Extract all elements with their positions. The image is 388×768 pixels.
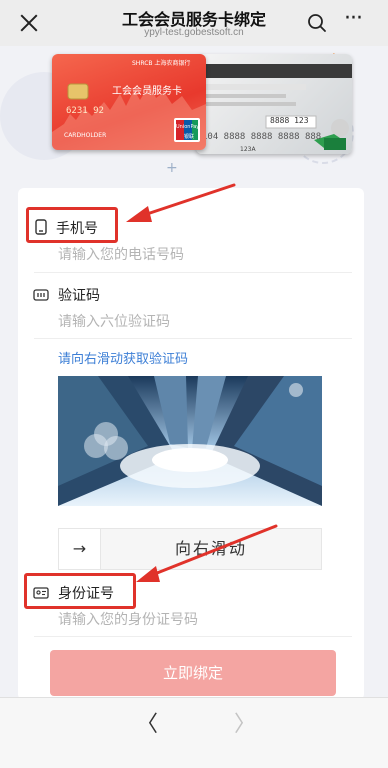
page-domain: ypyl-test.gobestsoft.cn [144, 27, 244, 38]
bottom-nav-bar: 〈 〉 [0, 697, 388, 768]
bank-name: SHRCB 上海农商银行 [132, 60, 191, 67]
close-icon[interactable] [14, 8, 44, 38]
card-number: 104 8888 8888 8888 888 [202, 132, 322, 142]
code-label: 验证码 [58, 288, 100, 304]
card-title: 工会会员服务卡 [112, 86, 182, 97]
card-number: 8888 123 [270, 116, 309, 125]
slider-handle[interactable]: → [59, 529, 101, 569]
slider-text: 向右滑动 [174, 539, 247, 558]
keypad-icon [33, 287, 49, 306]
card-holder: CARDHOLDER [64, 132, 107, 139]
card-front-image: SHRCB 上海农商银行 工会会员服务卡 6231 92 CARDHOLDER … [52, 54, 206, 150]
unionpay-logo: UnionPay [176, 124, 200, 130]
sparkle-icon: + [166, 160, 178, 176]
id-card-input[interactable]: 请输入您的身份证号码 [58, 609, 198, 629]
captcha-slider[interactable]: → 向右滑动 [58, 528, 322, 570]
top-navbar: 工会会员服务卡绑定 ypyl-test.gobestsoft.cn ··· [0, 0, 388, 46]
slide-hint-link[interactable]: 请向右滑动获取验证码 [58, 348, 188, 367]
more-icon[interactable]: ··· [344, 8, 374, 34]
card-number: 6231 92 [66, 106, 104, 116]
hero-illustration: + + 8888 123 104 8888 8888 8888 888 123A… [0, 46, 388, 188]
highlight-box [24, 573, 136, 609]
chevron-right-icon[interactable]: 〉 [234, 714, 256, 738]
divider [34, 636, 352, 637]
card-back-image: 8888 123 104 8888 8888 8888 888 123A [196, 54, 352, 154]
search-icon[interactable] [306, 12, 328, 34]
code-input[interactable]: 请输入六位验证码 [58, 311, 170, 331]
unionpay-logo-cn: 银联 [184, 134, 195, 140]
bind-submit-button[interactable]: 立即绑定 [50, 650, 336, 696]
divider [34, 338, 352, 339]
captcha-image [58, 376, 322, 506]
card-code: 123A [240, 146, 256, 153]
phone-input[interactable]: 请输入您的电话号码 [58, 244, 184, 264]
highlight-box [26, 207, 118, 243]
divider [34, 272, 352, 273]
chevron-left-icon[interactable]: 〈 [136, 714, 158, 738]
